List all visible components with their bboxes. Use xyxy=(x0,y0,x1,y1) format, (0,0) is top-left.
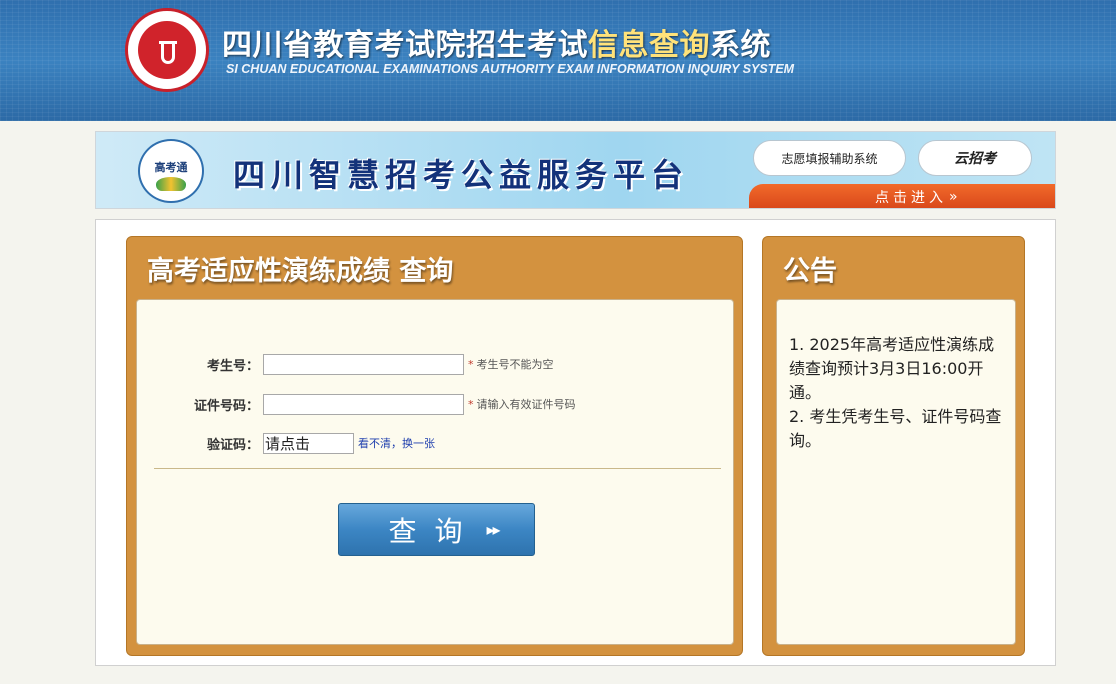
smart-exam-banner[interactable]: 高考通 四川智慧招考公益服务平台 志愿填报辅助系统 云招考 点击进入 » xyxy=(95,131,1056,209)
notice-item: 1. 2025年高考适应性演练成绩查询预计3月3日16:00开通。 xyxy=(789,335,995,402)
exam-number-input[interactable] xyxy=(263,353,464,375)
required-mark: * xyxy=(468,398,474,411)
volunteer-assist-link[interactable]: 志愿填报辅助系统 xyxy=(753,140,906,176)
gaokaotong-emblem: 高考通 xyxy=(138,139,204,203)
site-title-prefix: 四川省教育考试院招生考试 xyxy=(222,28,588,63)
yunzhaokao-link[interactable]: 云招考 xyxy=(918,140,1032,176)
exam-number-hint: * 考生号不能为空 xyxy=(468,356,554,372)
site-title-suffix: 系统 xyxy=(710,28,771,63)
id-number-row: 证件号码： * 请输入有效证件号码 xyxy=(137,392,733,416)
site-title: 四川省教育考试院招生考试信息查询系统 xyxy=(222,20,771,64)
notice-body: 1. 2025年高考适应性演练成绩查询预计3月3日16:00开通。 2. 考生凭… xyxy=(776,299,1016,645)
exam-number-label: 考生号： xyxy=(206,358,259,374)
captcha-label: 验证码： xyxy=(206,437,259,453)
banner-title: 四川智慧招考公益服务平台 xyxy=(233,156,690,194)
notice-panel: 公告 1. 2025年高考适应性演练成绩查询预计3月3日16:00开通。 2. … xyxy=(762,236,1025,656)
double-chevron-right-icon: » xyxy=(949,189,962,205)
form-divider xyxy=(154,468,721,469)
query-form: 考生号： *考生号不能为空 证件号码： *请输入有效证件号码 验证码： 看不清，… xyxy=(136,299,734,645)
query-submit-label: 查询 xyxy=(388,514,481,548)
captcha-row: 验证码： 看不清，换一张 xyxy=(137,431,733,455)
authority-seal-logo xyxy=(125,8,209,92)
query-panel-title: 高考适应性演练成绩 查询 xyxy=(147,256,454,287)
site-title-highlight: 信息查询 xyxy=(588,28,710,63)
id-number-input[interactable] xyxy=(263,393,464,415)
emblem-text: 高考通 xyxy=(154,161,188,174)
id-number-label: 证件号码： xyxy=(193,398,259,414)
required-mark: * xyxy=(468,358,474,371)
exam-number-hint-text: 考生号不能为空 xyxy=(476,358,554,371)
enter-label: 点击进入 xyxy=(875,190,947,206)
double-arrow-right-icon: ▸▸ xyxy=(486,520,500,539)
id-number-hint: * 请输入有效证件号码 xyxy=(468,396,576,412)
notice-panel-title: 公告 xyxy=(783,256,837,287)
enter-button[interactable]: 点击进入 » xyxy=(749,184,1055,208)
score-query-panel: 高考适应性演练成绩 查询 考生号： * 考生号不能为空 证件号码： * 请输入有效证… xyxy=(126,236,743,656)
id-number-hint-text: 请输入有效证件号码 xyxy=(476,398,576,411)
query-submit-button[interactable]: 查询 ▸▸ xyxy=(338,503,535,556)
emblem-leaf-icon xyxy=(156,177,186,191)
main-content: 高考适应性演练成绩 查询 考生号： * 考生号不能为空 证件号码： * 请输入有效证… xyxy=(95,219,1056,666)
exam-number-row: 考生号： * 考生号不能为空 xyxy=(137,352,733,376)
notice-item: 2. 考生凭考生号、证件号码查询。 xyxy=(789,407,1002,450)
seal-mark xyxy=(161,44,175,64)
captcha-refresh-link[interactable]: 看不清，换一张 xyxy=(358,435,435,451)
notice-list: 1. 2025年高考适应性演练成绩查询预计3月3日16:00开通。 2. 考生凭… xyxy=(789,333,1005,453)
site-subtitle: SI CHUAN EDUCATIONAL EXAMINATIONS AUTHOR… xyxy=(226,62,795,76)
captcha-input[interactable] xyxy=(263,432,354,454)
site-header: 四川省教育考试院招生考试信息查询系统 SI CHUAN EDUCATIONAL … xyxy=(0,0,1116,121)
